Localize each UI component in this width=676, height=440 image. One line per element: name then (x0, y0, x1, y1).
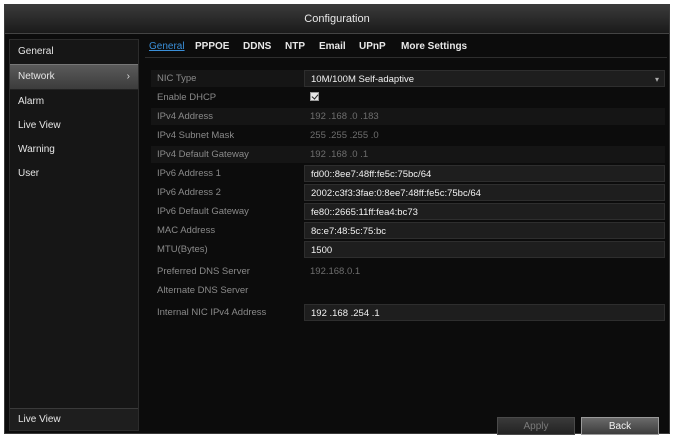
ipv4-address-label: IPv4 Address (157, 111, 213, 122)
dns-preferred-row: Preferred DNS Server 192.168.0.1 (151, 263, 665, 280)
ipv4-gateway-label: IPv4 Default Gateway (157, 149, 249, 160)
sidebar-item-label: General (18, 46, 54, 57)
internal-nic-field[interactable]: 192 .168 .254 .1 (304, 304, 665, 321)
sidebar-item-warning[interactable]: Warning (10, 138, 138, 162)
mac-address-label: MAC Address (157, 225, 216, 236)
mtu-row: MTU(Bytes) 1500 (151, 241, 665, 258)
dns-alternate-row: Alternate DNS Server (151, 282, 665, 299)
enable-dhcp-row: Enable DHCP (151, 89, 665, 106)
network-settings-panel: General PPPOE DDNS NTP Email UPnP More S… (145, 39, 667, 435)
tab-pppoe[interactable]: PPPOE (195, 41, 229, 52)
dns-preferred-label: Preferred DNS Server (157, 266, 250, 277)
sidebar-item-alarm[interactable]: Alarm (10, 90, 138, 114)
ipv6-gateway-label: IPv6 Default Gateway (157, 206, 249, 217)
ipv6-address2-field[interactable]: 2002:c3f3:3fae:0:8ee7:48ff:fe5c:75bc/64 (304, 184, 665, 201)
ipv6-gateway-row: IPv6 Default Gateway fe80::2665:11ff:fea… (151, 203, 665, 220)
chevron-down-icon: ▾ (654, 75, 659, 84)
sidebar-item-label: Alarm (18, 96, 45, 107)
nic-type-row: NIC Type 10M/100M Self-adaptive ▾ (151, 70, 665, 87)
tab-ddns[interactable]: DDNS (243, 41, 271, 52)
window-title: Configuration (5, 5, 669, 34)
ipv4-gateway-row: IPv4 Default Gateway 192 .168 .0 .1 (151, 146, 665, 163)
sidebar-item-general[interactable]: General (10, 40, 138, 64)
ipv6-address1-row: IPv6 Address 1 fd00::8ee7:48ff:fe5c:75bc… (151, 165, 665, 182)
live-view-button[interactable]: Live View (10, 408, 138, 430)
ipv4-mask-label: IPv4 Subnet Mask (157, 130, 235, 141)
ipv6-address2-row: IPv6 Address 2 2002:c3f3:3fae:0:8ee7:48f… (151, 184, 665, 201)
chevron-right-icon: › (126, 71, 130, 82)
nic-type-label: NIC Type (157, 73, 197, 84)
ipv4-address-field[interactable]: 192 .168 .0 .183 (304, 108, 665, 125)
tab-ntp[interactable]: NTP (285, 41, 305, 52)
tab-more-settings[interactable]: More Settings (401, 41, 467, 52)
ipv6-address1-label: IPv6 Address 1 (157, 168, 221, 179)
sidebar-item-label: User (18, 168, 40, 179)
ipv6-gateway-field[interactable]: fe80::2665:11ff:fea4:bc73 (304, 203, 665, 220)
enable-dhcp-cell (304, 89, 665, 106)
tab-general[interactable]: General (149, 41, 185, 52)
nic-type-select[interactable]: 10M/100M Self-adaptive ▾ (304, 70, 665, 87)
ipv4-address-row: IPv4 Address 192 .168 .0 .183 (151, 108, 665, 125)
apply-button[interactable]: Apply (497, 417, 575, 435)
sidebar-item-live-view[interactable]: Live View (10, 114, 138, 138)
enable-dhcp-label: Enable DHCP (157, 92, 217, 103)
dns-alternate-label: Alternate DNS Server (157, 285, 249, 296)
mac-address-row: MAC Address 8c:e7:48:5c:75:bc (151, 222, 665, 239)
nic-type-value: 10M/100M Self-adaptive (311, 74, 414, 85)
ipv4-mask-row: IPv4 Subnet Mask 255 .255 .255 .0 (151, 127, 665, 144)
dns-preferred-field[interactable]: 192.168.0.1 (304, 263, 665, 280)
ipv4-mask-field[interactable]: 255 .255 .255 .0 (304, 127, 665, 144)
internal-nic-label: Internal NIC IPv4 Address (157, 307, 267, 318)
internal-nic-row: Internal NIC IPv4 Address 192 .168 .254 … (151, 304, 665, 321)
mtu-label: MTU(Bytes) (157, 244, 208, 255)
sidebar: General Network › Alarm Live View Warnin… (9, 39, 139, 431)
tab-email[interactable]: Email (319, 41, 346, 52)
ipv4-gateway-field[interactable]: 192 .168 .0 .1 (304, 146, 665, 163)
sidebar-item-label: Warning (18, 144, 55, 155)
tab-upnp[interactable]: UPnP (359, 41, 386, 52)
ipv6-address2-label: IPv6 Address 2 (157, 187, 221, 198)
enable-dhcp-checkbox[interactable] (310, 92, 319, 101)
dns-alternate-field[interactable] (304, 282, 665, 299)
mtu-field[interactable]: 1500 (304, 241, 665, 258)
tab-bar: General PPPOE DDNS NTP Email UPnP More S… (145, 39, 667, 58)
back-button[interactable]: Back (581, 417, 659, 435)
sidebar-item-label: Live View (18, 120, 61, 131)
configuration-window: Configuration General Network › Alarm Li… (4, 4, 670, 435)
sidebar-item-user[interactable]: User (10, 162, 138, 186)
sidebar-item-label: Network (18, 71, 55, 82)
ipv6-address1-field[interactable]: fd00::8ee7:48ff:fe5c:75bc/64 (304, 165, 665, 182)
mac-address-field[interactable]: 8c:e7:48:5c:75:bc (304, 222, 665, 239)
sidebar-item-network[interactable]: Network › (10, 64, 138, 90)
